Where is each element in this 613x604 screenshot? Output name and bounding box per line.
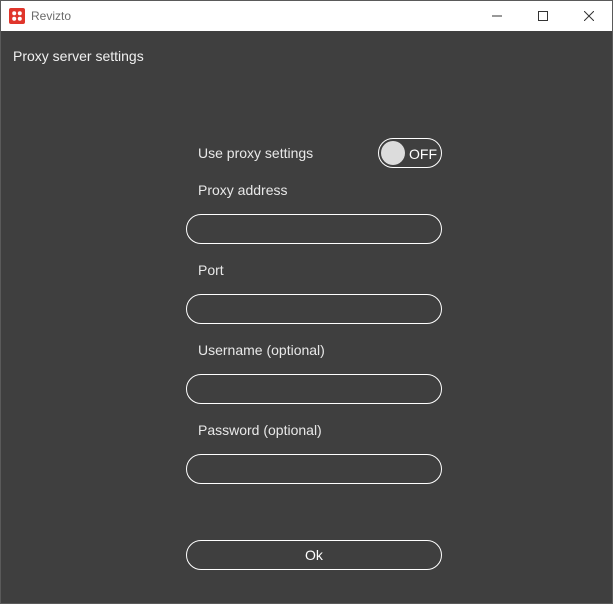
minimize-icon: [492, 15, 502, 17]
close-icon: [584, 11, 594, 21]
proxy-settings-window: Revizto Proxy server settings Use proxy …: [0, 0, 613, 604]
port-label: Port: [198, 262, 224, 278]
password-input[interactable]: [186, 454, 442, 484]
toggle-knob: [381, 141, 405, 165]
maximize-icon: [538, 11, 548, 21]
port-input[interactable]: [186, 294, 442, 324]
username-label: Username (optional): [198, 342, 325, 358]
ok-button[interactable]: Ok: [186, 540, 442, 570]
title-bar[interactable]: Revizto: [1, 1, 612, 31]
minimize-button[interactable]: [474, 1, 520, 31]
username-input[interactable]: [186, 374, 442, 404]
password-label: Password (optional): [198, 422, 322, 438]
toggle-state-label: OFF: [409, 146, 437, 162]
window-title: Revizto: [31, 9, 72, 23]
revizto-logo-icon: [9, 8, 25, 24]
proxy-address-input[interactable]: [186, 214, 442, 244]
close-button[interactable]: [566, 1, 612, 31]
page-title: Proxy server settings: [13, 48, 144, 64]
use-proxy-label: Use proxy settings: [198, 145, 314, 161]
maximize-button[interactable]: [520, 1, 566, 31]
proxy-address-label: Proxy address: [198, 182, 288, 198]
use-proxy-toggle[interactable]: OFF: [378, 138, 442, 168]
